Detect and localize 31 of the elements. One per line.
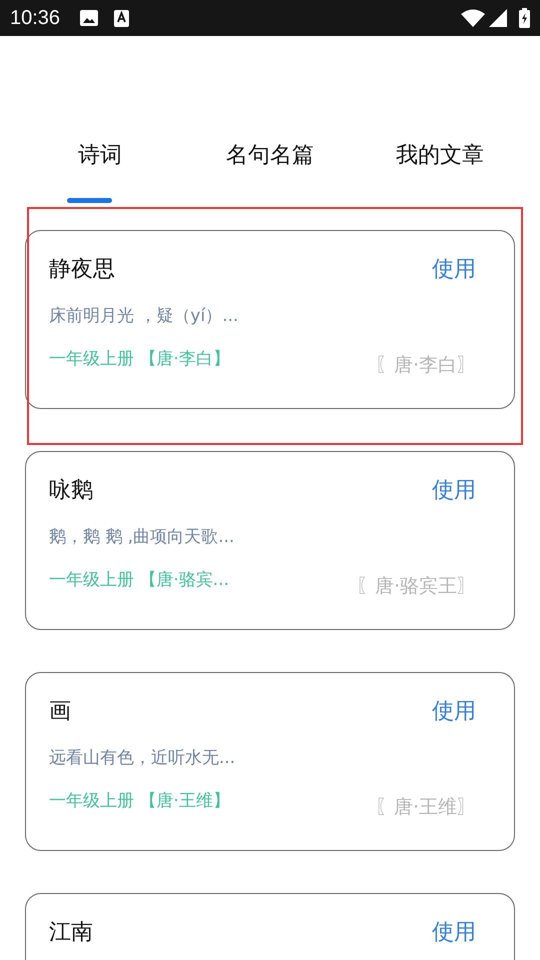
author-label: 〖唐·李白〗 [374,353,476,378]
use-button[interactable]: 使用 [432,255,476,285]
grade-label: 一年级上册 【唐·李白】 [49,348,230,371]
grade-label: 一年级上册 【唐·王维】 [49,790,230,813]
status-time: 10:36 [10,6,60,31]
poem-title: 画 [49,698,71,726]
author-label: 〖唐·骆宾王〗 [356,574,476,599]
poem-title: 咏鹅 [49,477,93,505]
poem-card[interactable]: 江南 使用 [25,893,515,960]
tab[interactable]: 我的文章 [355,136,525,206]
poem-excerpt: 远看山有色，近听水无... [49,747,236,770]
image-icon [80,10,98,26]
battery-icon [519,8,530,28]
poem-title: 江南 [49,919,93,947]
font-icon [114,10,130,26]
poem-excerpt: 鹅，鹅 鹅 ,曲项向天歌... [49,526,236,549]
use-button[interactable]: 使用 [432,476,476,506]
signal-icon [489,9,507,27]
use-button[interactable]: 使用 [432,697,476,727]
poem-card[interactable]: 咏鹅 使用 鹅，鹅 鹅 ,曲项向天歌... 一年级上册 【唐·骆宾... 〖唐·骆宾王〗 [25,451,515,630]
tab[interactable]: 名句名篇 [185,136,355,206]
poem-card[interactable]: 画 使用 远看山有色，近听水无... 一年级上册 【唐·王维】 〖唐·王维〗 [25,672,515,851]
use-button[interactable]: 使用 [432,918,476,948]
tab[interactable]: 诗词 [15,136,185,206]
poem-title: 静夜思 [49,256,115,284]
wifi-icon [461,9,485,27]
tab-indicator [67,198,112,203]
poem-excerpt: 床前明月光 ，疑（yí）... [49,305,240,328]
grade-label: 一年级上册 【唐·骆宾... [49,569,230,592]
poem-card[interactable]: 静夜思 使用 床前明月光 ，疑（yí）... 一年级上册 【唐·李白】 〖唐·李白〗 [25,230,515,409]
author-label: 〖唐·王维〗 [374,795,476,820]
